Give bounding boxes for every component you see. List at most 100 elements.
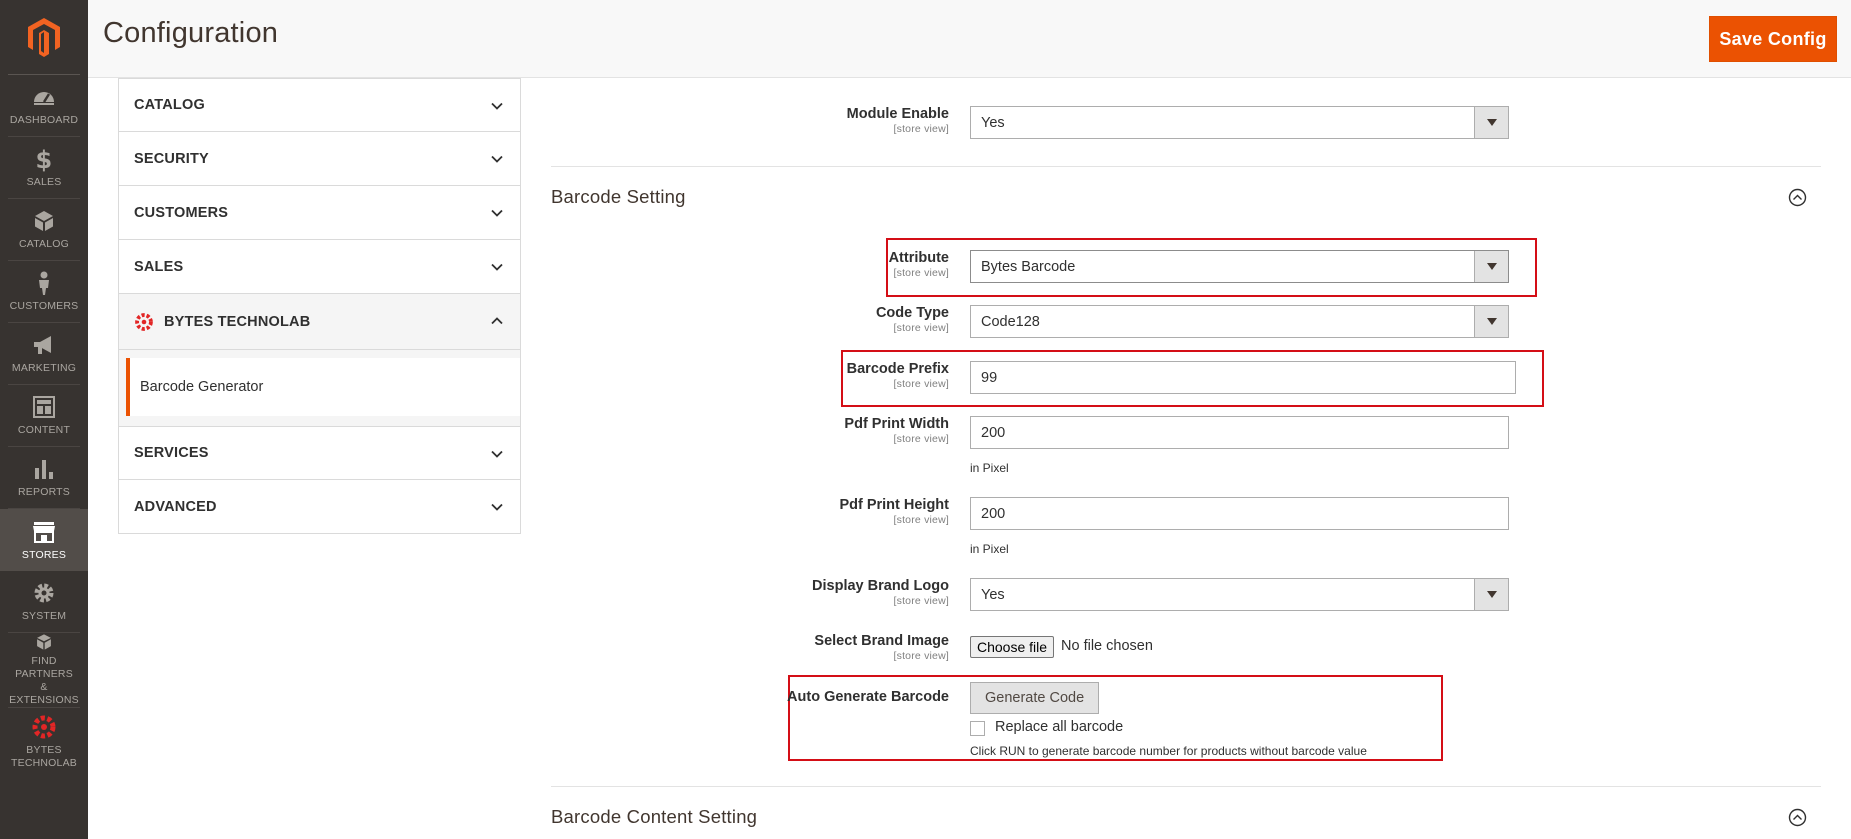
tab-bytes-label: BYTES TECHNOLAB (164, 313, 311, 330)
tab-services-label: SERVICES (134, 445, 209, 461)
select-arrow (1474, 107, 1508, 138)
tab-catalog[interactable]: CATALOG (118, 78, 521, 132)
pdf-width-label-wrap: Pdf Print Width [store view] (669, 416, 949, 446)
tab-bytes-children: Barcode Generator (118, 350, 521, 426)
nav-sales[interactable]: $ SALES (8, 137, 80, 199)
barcode-prefix-label: Barcode Prefix (846, 361, 949, 377)
code-type-label-wrap: Code Type [store view] (669, 305, 949, 335)
code-type-label: Code Type (875, 305, 949, 321)
barcode-content-setting-title[interactable]: Barcode Content Setting (551, 806, 757, 828)
dollar-icon: $ (36, 146, 53, 172)
collapse-up-icon[interactable] (1788, 808, 1807, 827)
brand-logo-select[interactable]: Yes (970, 578, 1509, 611)
select-arrow (1474, 251, 1508, 282)
scope-label: [store view] (893, 123, 949, 135)
pdf-width-input[interactable]: 200 (970, 416, 1509, 449)
layout-icon (33, 396, 55, 418)
caret-down-icon (1486, 318, 1497, 325)
pdf-width-label: Pdf Print Width (844, 416, 949, 432)
barcode-prefix-label-wrap: Barcode Prefix [store view] (669, 361, 949, 391)
tab-catalog-label: CATALOG (134, 97, 205, 113)
tab-bytes-technolab[interactable]: BYTES TECHNOLAB (118, 294, 521, 350)
barcode-prefix-value: 99 (981, 369, 998, 386)
nav-dashboard[interactable]: DASHBOARD (8, 75, 80, 137)
svg-text:$: $ (36, 146, 53, 172)
nav-stores-label: STORES (21, 548, 67, 561)
divider (551, 166, 1821, 167)
bar-chart-icon (35, 460, 53, 479)
attribute-label-wrap: Attribute [store view] (669, 250, 949, 280)
caret-down-icon (1486, 263, 1497, 270)
barcode-setting-title[interactable]: Barcode Setting (551, 186, 686, 208)
magento-logo[interactable] (8, 0, 80, 75)
brand-image-label-wrap: Select Brand Image [store view] (669, 633, 949, 663)
auto-generate-label: Auto Generate Barcode (787, 689, 949, 705)
tab-sales[interactable]: SALES (118, 240, 521, 294)
magento-logo-icon (28, 18, 60, 57)
pdf-height-note: in Pixel (970, 542, 1009, 556)
tab-item-barcode-generator[interactable]: Barcode Generator (126, 358, 520, 416)
nav-system[interactable]: SYSTEM (8, 571, 80, 633)
nav-partners-label-1: FIND PARTNERS (15, 655, 73, 680)
nav-catalog-label: CATALOG (18, 238, 70, 250)
pdf-height-input[interactable]: 200 (970, 497, 1509, 530)
code-type-select[interactable]: Code128 (970, 305, 1509, 338)
tab-customers-label: CUSTOMERS (134, 204, 229, 221)
tab-advanced[interactable]: ADVANCED (118, 480, 521, 534)
module-enable-label: Module Enable (846, 106, 949, 122)
scope-label: [store view] (893, 378, 949, 390)
nav-catalog[interactable]: CATALOG (8, 199, 80, 261)
tab-advanced-label: ADVANCED (134, 498, 217, 515)
bytes-logo-icon (32, 715, 56, 739)
nav-marketing[interactable]: MARKETING (8, 323, 80, 385)
dashboard-icon (34, 92, 54, 105)
module-enable-select[interactable]: Yes (970, 106, 1509, 139)
nav-reports[interactable]: REPORTS (8, 447, 80, 509)
tab-security-label: SECURITY (134, 150, 209, 167)
nav-content[interactable]: CONTENT (8, 385, 80, 447)
attribute-value: Bytes Barcode (981, 258, 1076, 275)
caret-down-icon (1486, 119, 1497, 126)
nav-partners-label-2: & EXTENSIONS (9, 681, 79, 706)
nav-find-partners[interactable]: FIND PARTNERS & EXTENSIONS (8, 633, 80, 708)
attribute-select[interactable]: Bytes Barcode (970, 250, 1509, 283)
choose-file-button[interactable]: Choose file (970, 636, 1055, 658)
nav-bytes-technolab[interactable]: BYTES TECHNOLAB (8, 708, 80, 776)
tab-sales-label: SALES (134, 258, 184, 275)
generate-code-button[interactable]: Generate Code (970, 682, 1100, 714)
save-config-button[interactable]: Save Config (1709, 16, 1837, 62)
attribute-label: Attribute (888, 250, 949, 266)
tab-services[interactable]: SERVICES (118, 426, 521, 480)
person-icon (39, 271, 49, 295)
nav-stores[interactable]: STORES (0, 509, 88, 571)
brand-image-label: Select Brand Image (814, 633, 949, 649)
tab-customers[interactable]: CUSTOMERS (118, 186, 521, 240)
admin-sidebar: DASHBOARD $ SALES CATALOG CUSTOMERS MARK… (0, 0, 88, 839)
auto-generate-label-wrap: Auto Generate Barcode (669, 689, 949, 706)
nav-marketing-label: MARKETING (11, 362, 77, 374)
scope-label: [store view] (893, 433, 949, 445)
pdf-height-value: 200 (981, 505, 1006, 522)
select-arrow (1474, 306, 1508, 337)
caret-down-icon (1486, 591, 1497, 598)
module-enable-label-wrap: Module Enable [store view] (669, 106, 949, 136)
bytes-logo-icon (135, 312, 153, 331)
barcode-prefix-input[interactable]: 99 (970, 361, 1516, 394)
nav-dashboard-label: DASHBOARD (9, 114, 79, 126)
file-status: No file chosen (1061, 638, 1153, 654)
package-icon (37, 634, 51, 650)
box-icon (35, 211, 53, 231)
nav-customers[interactable]: CUSTOMERS (8, 261, 80, 323)
replace-all-checkbox[interactable] (970, 721, 985, 736)
page-title: Configuration (103, 17, 279, 49)
select-arrow (1474, 579, 1508, 610)
nav-reports-label: REPORTS (18, 486, 70, 498)
collapse-up-icon[interactable] (1788, 188, 1807, 207)
chevron-down-icon (491, 155, 503, 163)
page-header: Configuration Save Config (88, 0, 1851, 78)
pdf-width-value: 200 (981, 424, 1006, 441)
scope-label: [store view] (893, 267, 949, 279)
gear-icon (34, 583, 54, 603)
tab-security[interactable]: SECURITY (118, 132, 521, 186)
tab-item-barcode-generator-label: Barcode Generator (140, 379, 264, 395)
